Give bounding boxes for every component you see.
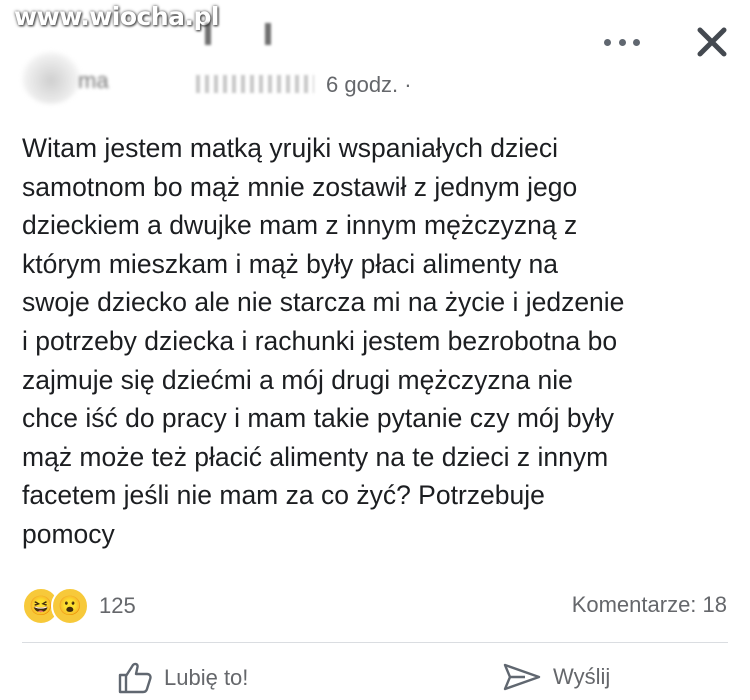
wow-icon: 😮 <box>51 587 89 625</box>
post-body-text: Witam jestem matką yrujki wspaniałych dz… <box>22 133 625 549</box>
post-meta-blurred <box>196 75 314 93</box>
like-label: Lubię to! <box>164 665 249 690</box>
watermark: www.wiocha.pl <box>14 2 219 31</box>
send-icon <box>503 663 541 691</box>
comments-count-link[interactable]: Komentarze: 18 <box>572 592 727 618</box>
blurred-name-top <box>205 23 285 45</box>
close-icon[interactable] <box>692 22 732 62</box>
author-name-blurred[interactable]: ma <box>78 68 109 94</box>
like-button[interactable]: Lubię to! <box>118 662 248 694</box>
more-options-icon[interactable] <box>604 28 640 56</box>
actions-divider <box>22 642 728 643</box>
thumbs-up-icon <box>118 662 152 694</box>
reaction-count: 125 <box>99 593 136 618</box>
reactions-summary[interactable]: 😆 😮 125 <box>22 587 136 625</box>
share-button[interactable]: Wyślij <box>503 662 610 692</box>
post-timestamp[interactable]: 6 godz. · <box>326 72 412 98</box>
author-avatar[interactable] <box>22 52 80 104</box>
share-label: Wyślij <box>553 664 611 689</box>
